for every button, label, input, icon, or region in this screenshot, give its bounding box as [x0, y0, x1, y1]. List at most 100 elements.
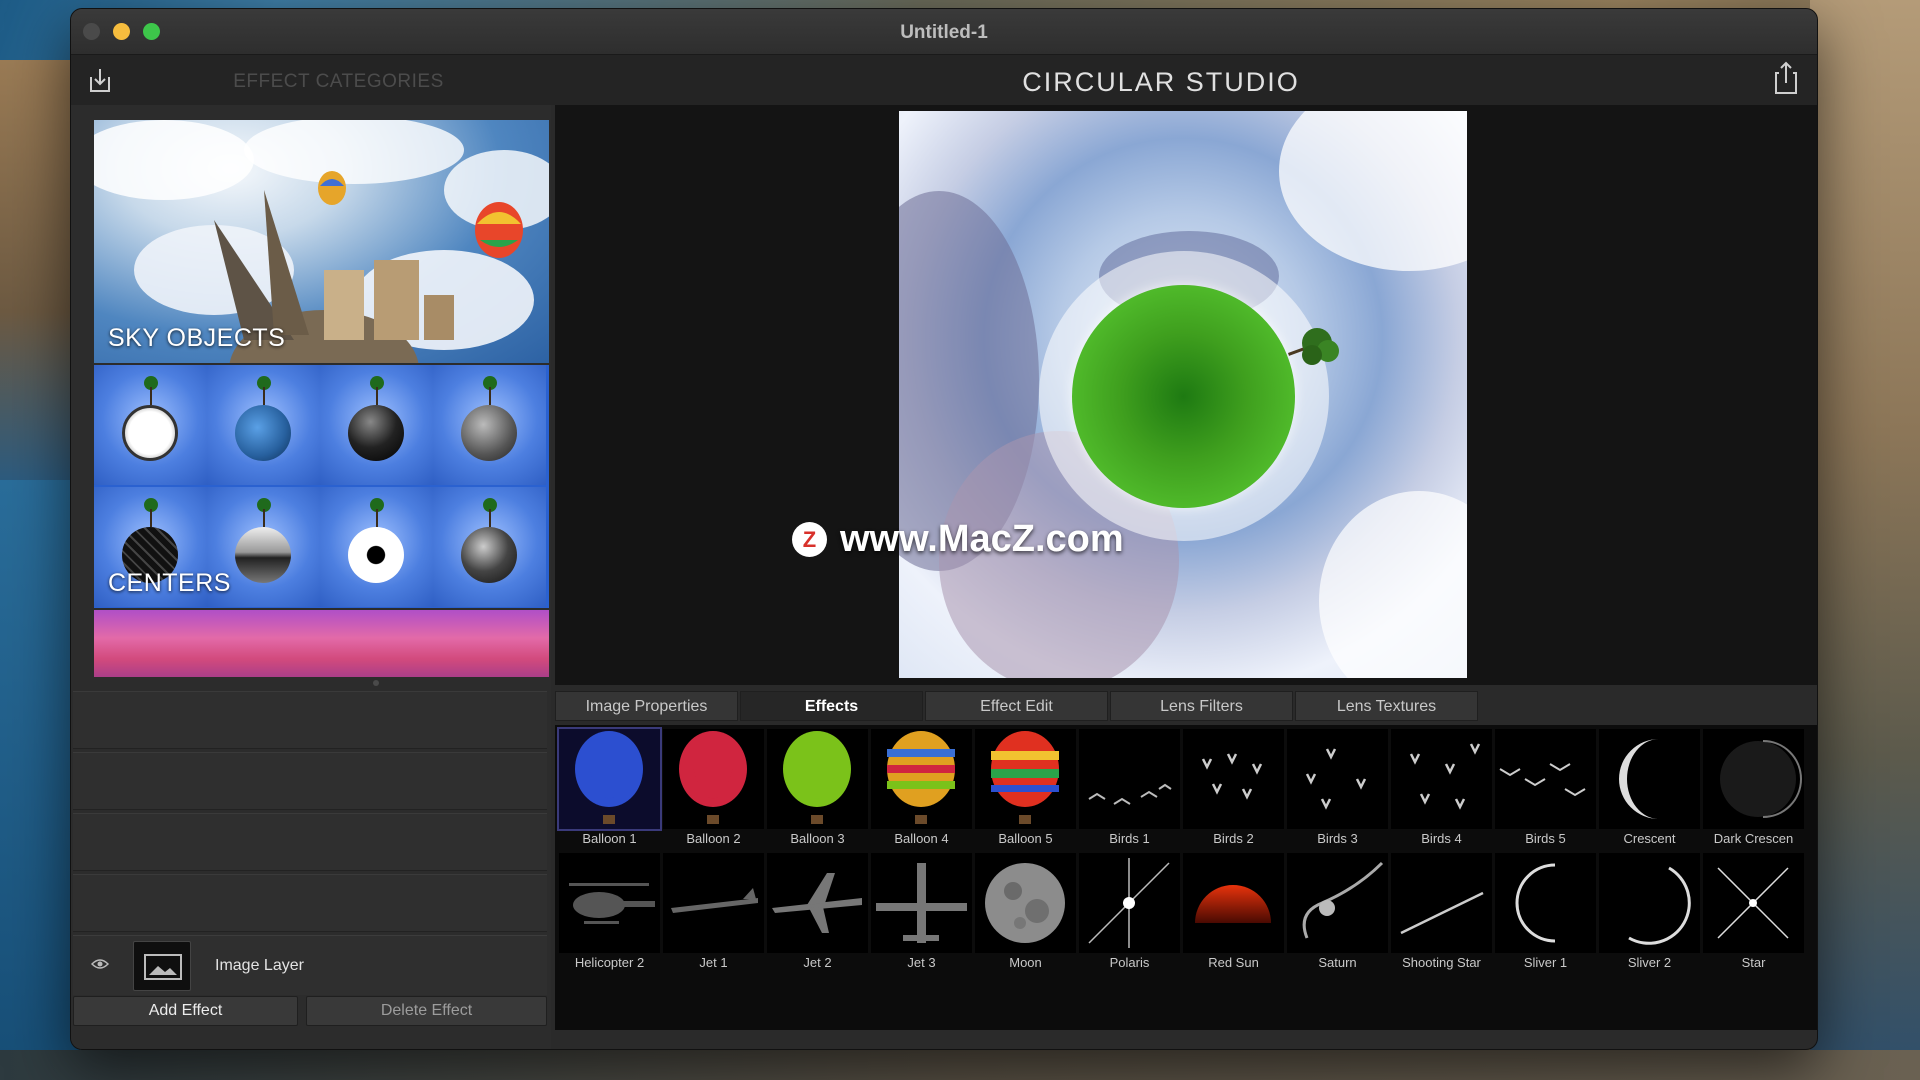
disco-sphere-icon — [461, 527, 517, 583]
balloon-icon — [679, 731, 747, 824]
effect-label: Saturn — [1318, 955, 1357, 970]
category-list[interactable]: SKY OBJECTS CENTERS — [94, 120, 549, 677]
desktop-bottom — [0, 1050, 1920, 1080]
effect-birds-5[interactable]: Birds 5 — [1494, 727, 1597, 847]
brand-title: CIRCULAR STUDIO — [1022, 67, 1300, 97]
left-panel: SKY OBJECTS CENTERS Image Layer Add Effe… — [71, 105, 551, 1049]
geodesic-sphere-icon — [461, 405, 517, 461]
desktop-sea — [0, 480, 80, 1080]
layer-name: Image Layer — [215, 957, 304, 974]
delete-effect-button[interactable]: Delete Effect — [306, 996, 547, 1026]
effect-balloon-1[interactable]: Balloon 1 — [557, 727, 662, 847]
layer-list: Image Layer Add Effect Delete Effect — [73, 691, 547, 1026]
effect-label: Jet 1 — [699, 955, 728, 970]
effect-label: Birds 3 — [1317, 831, 1358, 846]
effect-saturn[interactable]: Saturn — [1286, 851, 1389, 971]
effect-birds-4[interactable]: Birds 4 — [1390, 727, 1493, 847]
effect-birds-1[interactable]: Birds 1 — [1078, 727, 1181, 847]
tab-effect-edit[interactable]: Effect Edit — [925, 691, 1108, 721]
tab-lens-textures[interactable]: Lens Textures — [1295, 691, 1478, 721]
category-centers[interactable]: CENTERS — [94, 365, 549, 608]
layer-slot[interactable] — [73, 874, 547, 932]
clock-icon — [122, 405, 178, 461]
effect-balloon-5[interactable]: Balloon 5 — [974, 727, 1077, 847]
effect-dark-crescent[interactable]: Dark Crescen — [1702, 727, 1805, 847]
cloud — [1319, 491, 1467, 678]
star-flare-icon — [1088, 858, 1170, 948]
effect-polaris[interactable]: Polaris — [1078, 851, 1181, 971]
eye-icon[interactable] — [91, 958, 109, 970]
effect-label: Polaris — [1109, 955, 1150, 970]
effect-balloon-2[interactable]: Balloon 2 — [662, 727, 765, 847]
effect-label: Helicopter 2 — [574, 955, 645, 970]
effect-helicopter-2[interactable]: Helicopter 2 — [558, 851, 661, 971]
desktop-cliffs — [1810, 0, 1920, 1080]
effect-star[interactable]: Star — [1702, 851, 1805, 971]
birds-icon — [1305, 748, 1367, 810]
star-icon — [1717, 867, 1789, 939]
effect-birds-2[interactable]: Birds 2 — [1182, 727, 1285, 847]
effect-label: Balloon 2 — [686, 831, 741, 846]
toolbar: EFFECT CATEGORIES CIRCULAR STUDIO — [71, 55, 1817, 105]
effect-shooting-star[interactable]: Shooting Star — [1390, 851, 1493, 971]
helicopter-icon — [569, 883, 655, 924]
balloon-icon — [887, 731, 955, 824]
center-tile-eye — [320, 487, 433, 607]
moon-icon — [985, 863, 1065, 943]
add-effect-button[interactable]: Add Effect — [73, 996, 298, 1026]
category-label: CENTERS — [108, 569, 231, 597]
chrome-sphere-icon — [235, 527, 291, 583]
effect-label: Birds 2 — [1213, 831, 1254, 846]
birds-icon — [1088, 783, 1172, 805]
preview-canvas[interactable] — [555, 105, 1817, 685]
birds-icon — [1201, 753, 1263, 800]
share-icon[interactable] — [1771, 61, 1801, 95]
center-tile-earth — [207, 365, 320, 485]
effect-categories-title: EFFECT CATEGORIES — [233, 71, 444, 92]
desktop-background — [0, 60, 80, 480]
effect-birds-3[interactable]: Birds 3 — [1286, 727, 1389, 847]
effect-label: Balloon 1 — [582, 831, 637, 846]
tab-lens-filters[interactable]: Lens Filters — [1110, 691, 1293, 721]
layer-buttons: Add Effect Delete Effect — [73, 996, 547, 1026]
effect-sliver-1[interactable]: Sliver 1 — [1494, 851, 1597, 971]
jet-icon — [876, 863, 967, 943]
center-tile-disco-sphere — [433, 487, 546, 607]
layer-slot[interactable] — [73, 752, 547, 810]
effect-jet-1[interactable]: Jet 1 — [662, 851, 765, 971]
effect-balloon-3[interactable]: Balloon 3 — [766, 727, 869, 847]
tab-effects[interactable]: Effects — [740, 691, 923, 721]
category-sky-objects[interactable]: SKY OBJECTS — [94, 120, 549, 363]
center-tile-geo-sphere — [433, 365, 546, 485]
grass-planet — [1072, 285, 1295, 508]
effect-crescent[interactable]: Crescent — [1598, 727, 1701, 847]
center-tile-black-sphere — [320, 365, 433, 485]
tab-image-properties[interactable]: Image Properties — [555, 691, 738, 721]
tree-icon — [1288, 328, 1339, 365]
category-pink-sky[interactable] — [94, 610, 549, 677]
effect-label: Balloon 3 — [790, 831, 845, 846]
import-icon[interactable] — [85, 65, 115, 95]
effect-label: Balloon 4 — [894, 831, 949, 846]
effect-jet-2[interactable]: Jet 2 — [766, 851, 869, 971]
sphere-icon — [348, 405, 404, 461]
birds-icon — [1409, 743, 1481, 810]
preview-image[interactable] — [899, 111, 1467, 678]
balloon-icon — [575, 731, 643, 824]
saturn-icon — [1302, 861, 1384, 939]
image-layer-row[interactable]: Image Layer — [73, 935, 547, 995]
layer-slot[interactable] — [73, 813, 547, 871]
layer-thumbnail — [133, 941, 191, 991]
sliver-icon — [1515, 863, 1556, 943]
layer-slot[interactable] — [73, 691, 547, 749]
effect-jet-3[interactable]: Jet 3 — [870, 851, 973, 971]
effect-sliver-2[interactable]: Sliver 2 — [1598, 851, 1701, 971]
title-bar: Untitled-1 — [71, 9, 1817, 55]
effect-label: Sliver 2 — [1627, 955, 1672, 970]
effect-balloon-4[interactable]: Balloon 4 — [870, 727, 973, 847]
effect-label: Red Sun — [1208, 955, 1259, 970]
effect-label: Birds 5 — [1525, 831, 1566, 846]
effect-moon[interactable]: Moon — [974, 851, 1077, 971]
effect-red-sun[interactable]: Red Sun — [1182, 851, 1285, 971]
scroll-indicator[interactable] — [373, 680, 379, 686]
